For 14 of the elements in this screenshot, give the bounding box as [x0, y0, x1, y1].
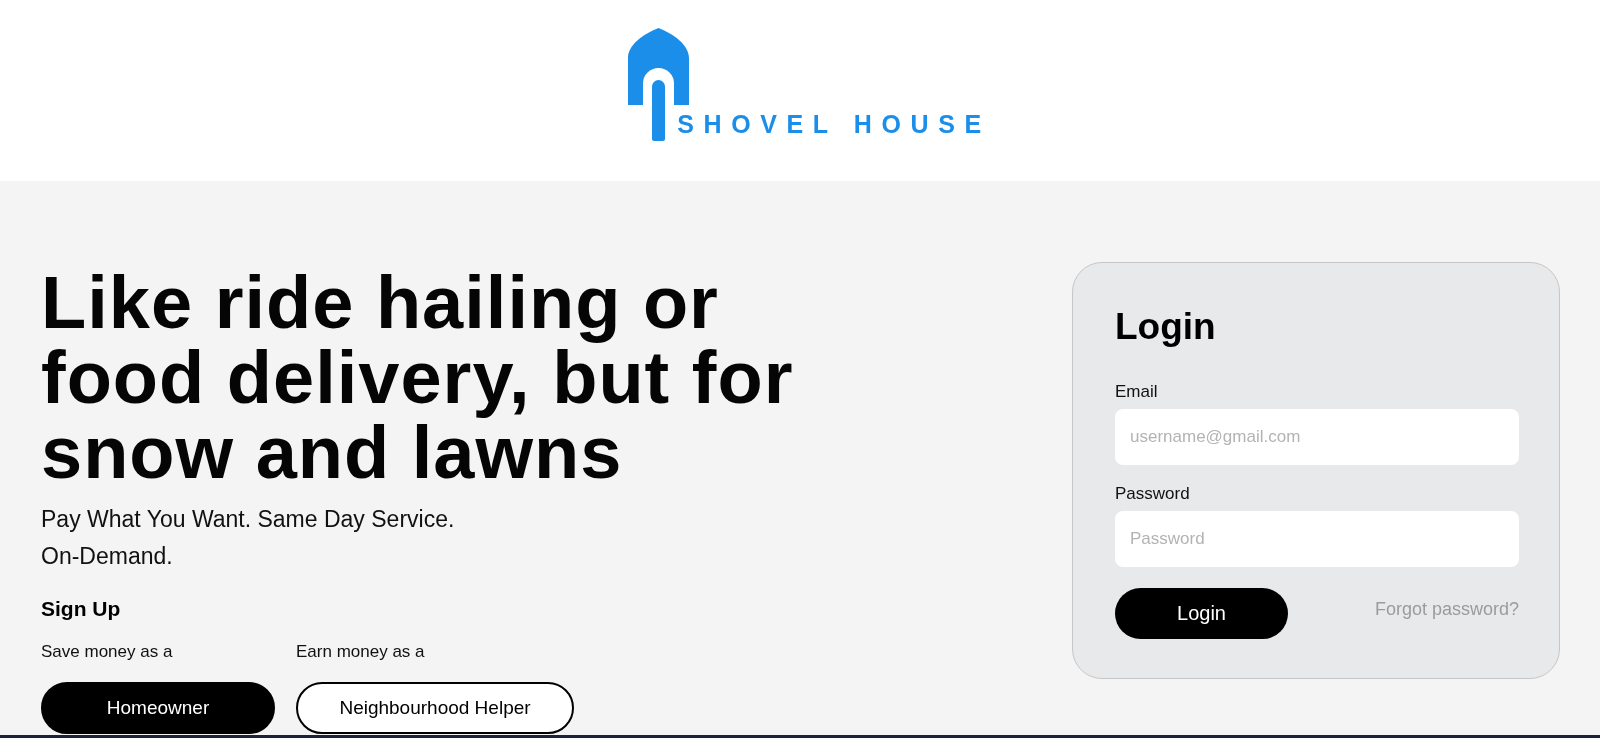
login-button[interactable]: Login	[1115, 588, 1288, 639]
signup-caption: Earn money as a	[296, 641, 425, 663]
signup-caption: Save money as a	[41, 641, 173, 663]
signup-button[interactable]: Neighbourhood Helper	[296, 682, 574, 734]
signup-heading: Sign Up	[41, 596, 121, 622]
hero-headline: Like ride hailing or food delivery, but for snow and lawns	[41, 265, 795, 490]
input-field[interactable]: username@gmail.com	[1115, 409, 1519, 465]
hero-tagline: Pay What You Want. Same Day Service. On-Demand.	[41, 505, 456, 571]
input-field[interactable]: Password	[1115, 511, 1519, 567]
signup-button[interactable]: Homeowner	[41, 682, 275, 734]
login-title: Login	[1115, 305, 1216, 349]
field-label: Password	[1115, 483, 1190, 505]
field-label: Email	[1115, 381, 1158, 403]
brand-name: SHOVEL HOUSE	[677, 112, 991, 137]
